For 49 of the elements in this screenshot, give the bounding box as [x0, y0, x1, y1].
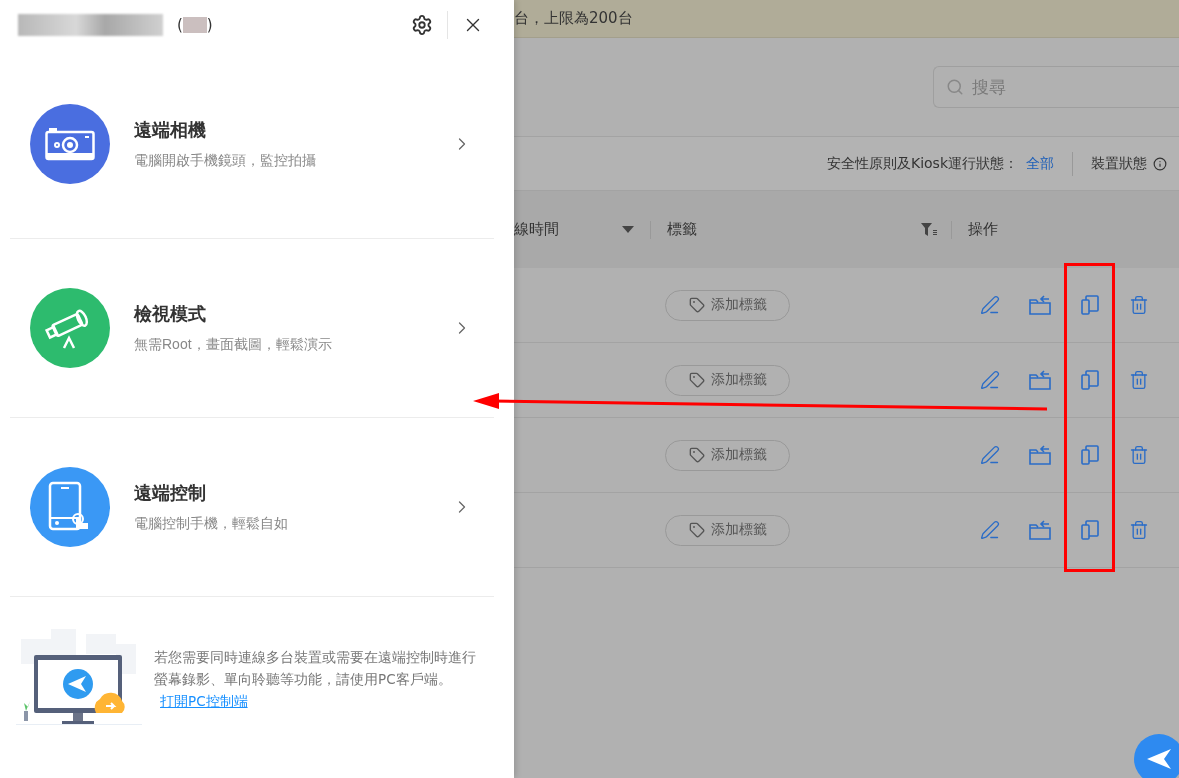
feature-description: 電腦開啟手機鏡頭，監控拍攝	[134, 152, 317, 170]
info-icon	[1153, 156, 1167, 171]
filter-label: 裝置狀態	[1091, 154, 1147, 173]
edit-icon[interactable]	[980, 520, 1000, 540]
devices-icon[interactable]	[1080, 520, 1100, 540]
filter-icon[interactable]	[921, 222, 937, 237]
feature-description: 無需Root，畫面截圖，輕鬆演示	[134, 336, 333, 354]
redacted-text	[182, 17, 207, 33]
tag-icon	[688, 447, 705, 463]
tag-icon	[688, 372, 705, 388]
trash-icon[interactable]	[1129, 370, 1149, 390]
devices-icon[interactable]	[1080, 370, 1100, 390]
tag-icon	[688, 297, 705, 313]
column-header: 操作	[968, 220, 998, 239]
footer-message: 若您需要同時連線多台裝置或需要在遠端控制時進行螢幕錄影、單向聆聽等功能，請使用PC客戶端。 打開PC控制端	[154, 648, 477, 711]
devices-icon[interactable]	[1080, 295, 1100, 315]
bracket: (	[177, 16, 183, 34]
column-header: 標籤	[667, 220, 697, 239]
feature-item[interactable]: 遠端相機 電腦開啟手機鏡頭，監控拍攝	[0, 50, 514, 238]
paper-plane-icon	[1147, 749, 1171, 769]
feature-title: 遠端控制	[134, 482, 207, 505]
settings-icon[interactable]	[411, 14, 433, 36]
folder-arrow-icon[interactable]	[1029, 445, 1051, 465]
filter-label: 安全性原則及Kiosk運行狀態：	[826, 154, 1018, 173]
feature-title: 檢視模式	[134, 303, 207, 326]
trash-icon[interactable]	[1129, 295, 1149, 315]
edit-icon[interactable]	[980, 295, 1000, 315]
folder-arrow-icon[interactable]	[1029, 370, 1051, 390]
limit-banner: 台，上限為200台	[514, 0, 1179, 38]
search-icon	[946, 78, 964, 96]
filter-value-link[interactable]: 全部	[1026, 154, 1054, 173]
feature-description: 電腦控制手機，輕鬆自如	[134, 515, 289, 533]
send-button[interactable]	[1134, 734, 1179, 778]
column-header: 線時間	[514, 220, 559, 239]
trash-icon[interactable]	[1129, 520, 1149, 540]
edit-icon[interactable]	[980, 445, 1000, 465]
caret-down-icon[interactable]	[622, 226, 634, 233]
open-pc-client-link[interactable]: 打開PC控制端	[160, 693, 248, 709]
feature-item[interactable]: 檢視模式 無需Root，畫面截圖，輕鬆演示	[0, 239, 514, 417]
feature-title: 遠端相機	[134, 119, 207, 142]
devices-icon[interactable]	[1080, 445, 1100, 465]
camera-icon	[45, 127, 95, 161]
folder-arrow-icon[interactable]	[1029, 520, 1051, 540]
bracket: )	[206, 16, 213, 34]
feature-item[interactable]: 遠端控制 電腦控制手機，輕鬆自如	[0, 418, 514, 596]
folder-arrow-icon[interactable]	[1029, 295, 1051, 315]
trash-icon[interactable]	[1129, 445, 1149, 465]
edit-icon[interactable]	[980, 370, 1000, 390]
tag-icon	[688, 522, 705, 538]
